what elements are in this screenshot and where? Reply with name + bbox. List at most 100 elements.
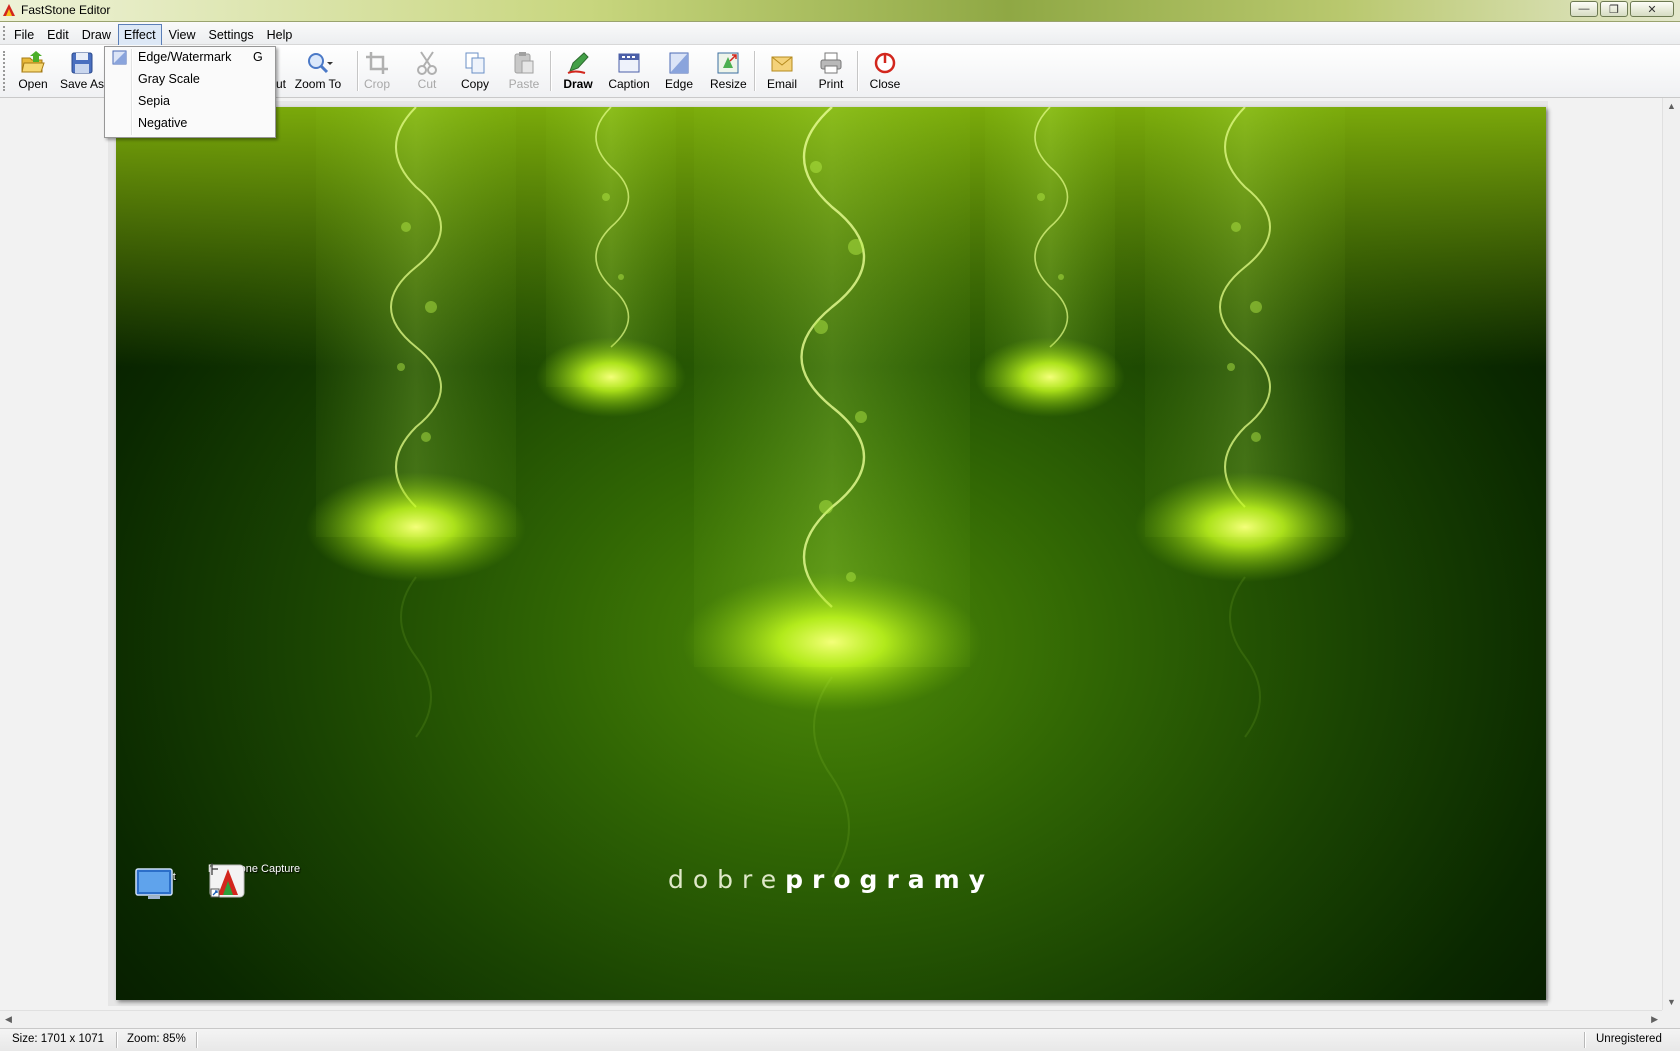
wallpaper-brand-text: dobreprogramy [116, 865, 1546, 894]
open-label: Open [18, 77, 48, 91]
scroll-down-icon[interactable]: ▼ [1667, 997, 1676, 1007]
open-button[interactable]: Open [12, 48, 54, 94]
menu-item-label: Edge/Watermark [138, 50, 232, 64]
restore-icon: ❐ [1609, 3, 1619, 16]
horizontal-scrollbar[interactable]: ◀ ▶ [0, 1010, 1662, 1029]
scissors-icon [417, 51, 437, 75]
edge-icon [669, 52, 689, 74]
toolbar-separator [857, 51, 859, 91]
paste-button[interactable]: Paste [506, 48, 542, 94]
save-disk-icon [71, 52, 93, 74]
draw-pen-icon [567, 52, 589, 74]
close-button[interactable]: Close [868, 48, 902, 94]
menu-view[interactable]: View [163, 24, 202, 46]
copy-button[interactable]: Copy [458, 48, 492, 94]
cut-label: Cut [417, 77, 437, 91]
draw-button[interactable]: Draw [559, 48, 597, 94]
effect-dropdown-menu: Edge/Watermark G Gray Scale Sepia Negati… [104, 46, 276, 138]
copy-label: Copy [460, 77, 489, 91]
email-envelope-icon [771, 56, 793, 72]
editing-image[interactable]: dobreprogramy Pulpit FastStone Capture [116, 107, 1546, 1000]
menu-list: File Edit Draw Effect View Settings Help [8, 24, 299, 46]
edge-button[interactable]: Edge [664, 48, 694, 94]
copy-icon [465, 52, 485, 74]
minimize-button[interactable]: — [1570, 1, 1598, 17]
resize-icon [717, 52, 739, 74]
crop-icon [366, 52, 388, 74]
email-label: Email [766, 77, 797, 91]
minimize-icon: — [1578, 3, 1590, 15]
scrollbar-corner [1662, 1010, 1680, 1028]
edge-watermark-icon [112, 50, 127, 65]
status-bar: Size: 1701 x 1071 Zoom: 85% Unregistered [0, 1028, 1680, 1051]
brand-bold-part: programy [785, 865, 994, 894]
title-bar: FastStone Editor — ❐ ✕ [0, 0, 1680, 22]
menu-effect[interactable]: Effect [117, 24, 162, 46]
caption-label: Caption [608, 77, 650, 91]
close-label: Close [869, 77, 901, 91]
draw-label: Draw [563, 77, 593, 91]
status-separator [196, 1032, 198, 1048]
status-separator [1584, 1032, 1586, 1048]
caption-icon [618, 53, 640, 73]
resize-label: Resize [710, 77, 747, 91]
scroll-left-icon[interactable]: ◀ [5, 1014, 12, 1025]
save-as-label: Save As [59, 77, 105, 91]
zoom-to-label: Zoom To [294, 77, 342, 91]
toolbar-separator [754, 51, 756, 91]
menu-draw[interactable]: Draw [76, 24, 117, 46]
faststone-app-icon [3, 4, 15, 16]
crop-button[interactable]: Crop [362, 48, 392, 94]
menubar-grip[interactable] [3, 26, 7, 40]
status-image-size: Size: 1701 x 1071 [12, 1033, 105, 1045]
faststone-capture-icon [209, 863, 245, 898]
menu-item-shortcut: G [253, 50, 263, 64]
zoom-magnifier-icon [308, 53, 333, 74]
print-button[interactable]: Print [815, 48, 847, 94]
desktop-icon-pulpit[interactable]: Pulpit [134, 867, 190, 899]
open-folder-icon [21, 51, 45, 73]
print-label: Print [818, 77, 844, 91]
menu-item-label: Negative [138, 116, 188, 130]
paste-label: Paste [508, 77, 540, 91]
menu-item-gray-scale[interactable]: Gray Scale [107, 69, 273, 90]
status-separator [116, 1032, 118, 1048]
window-title: FastStone Editor [21, 3, 111, 17]
email-button[interactable]: Email [764, 48, 800, 94]
menu-file[interactable]: File [8, 24, 40, 46]
crop-label: Crop [363, 77, 390, 91]
close-icon: ✕ [1647, 3, 1657, 16]
menu-help[interactable]: Help [261, 24, 299, 46]
toolbar-separator [550, 51, 552, 91]
desktop-icon-faststone-capture[interactable]: FastStone Capture [206, 859, 302, 898]
brand-light-part: dobre [668, 865, 786, 894]
scroll-right-icon[interactable]: ▶ [1651, 1014, 1658, 1025]
save-as-button[interactable]: Save As [58, 48, 106, 94]
status-registration: Unregistered [1596, 1033, 1662, 1045]
edge-label: Edge [664, 77, 694, 91]
menu-item-sepia[interactable]: Sepia [107, 91, 273, 112]
editor-canvas-area[interactable]: dobreprogramy Pulpit FastStone Capture [0, 98, 1662, 1010]
zoom-to-button[interactable]: Zoom To [290, 48, 346, 94]
toolbar-grip[interactable] [3, 51, 7, 91]
paste-clipboard-icon [514, 52, 534, 74]
power-icon [874, 52, 896, 74]
scroll-up-icon[interactable]: ▲ [1667, 101, 1676, 111]
menu-item-negative[interactable]: Negative [107, 113, 273, 134]
close-window-button[interactable]: ✕ [1630, 1, 1674, 17]
window-controls: — ❐ ✕ [1568, 1, 1674, 17]
menu-item-label: Gray Scale [138, 72, 200, 86]
printer-icon [820, 52, 842, 74]
menu-item-edge-watermark[interactable]: Edge/Watermark G [107, 47, 273, 68]
menu-item-label: Sepia [138, 94, 170, 108]
vertical-scrollbar[interactable]: ▲ ▼ [1662, 98, 1680, 1010]
menu-edit[interactable]: Edit [41, 24, 75, 46]
toolbar-separator [357, 51, 359, 91]
caption-button[interactable]: Caption [606, 48, 652, 94]
cut-button[interactable]: Cut [412, 48, 442, 94]
menu-bar: File Edit Draw Effect View Settings Help [0, 22, 1680, 46]
status-zoom: Zoom: 85% [127, 1033, 186, 1045]
menu-settings[interactable]: Settings [202, 24, 259, 46]
resize-button[interactable]: Resize [710, 48, 747, 94]
restore-button[interactable]: ❐ [1600, 1, 1628, 17]
